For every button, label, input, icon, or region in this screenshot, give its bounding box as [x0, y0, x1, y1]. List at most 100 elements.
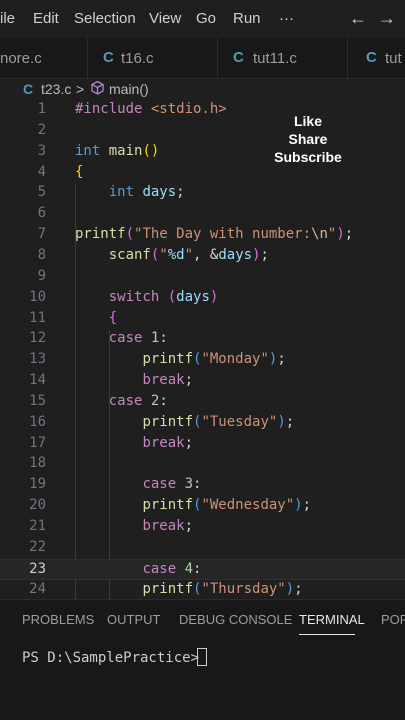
- more-menu-icon[interactable]: ···: [279, 10, 294, 27]
- code-token: "Thursday": [201, 580, 286, 597]
- code-token: ;: [184, 434, 194, 451]
- code-token: (: [125, 226, 135, 243]
- menu-view[interactable]: View: [149, 10, 181, 27]
- tab-problems[interactable]: PROBLEMS: [22, 612, 94, 627]
- code-token: ): [294, 497, 303, 514]
- forward-arrow-icon[interactable]: →: [378, 8, 396, 29]
- overlay-like: Like: [293, 113, 322, 129]
- code-text: {: [75, 164, 83, 180]
- code-token: "Wednesday": [201, 497, 295, 514]
- code-token: break: [142, 372, 185, 389]
- code-line[interactable]: 22: [0, 538, 405, 559]
- code-token: "Tuesday": [201, 413, 278, 430]
- menu-file[interactable]: ile: [0, 10, 15, 27]
- code-line[interactable]: 12 case 1:: [0, 329, 405, 350]
- code-line[interactable]: 18: [0, 454, 405, 475]
- code-line[interactable]: 21 break;: [0, 517, 405, 538]
- code-token: ;: [260, 246, 269, 263]
- code-text: {: [75, 310, 117, 326]
- overlay-subscribe: Subscribe: [274, 149, 342, 165]
- terminal-prompt: PS D:\SamplePractice>: [22, 650, 208, 666]
- code-token: (): [142, 142, 160, 159]
- code-text: break;: [75, 372, 193, 388]
- c-file-icon: C: [233, 49, 244, 66]
- line-number: 22: [29, 538, 46, 555]
- code-text: break;: [75, 518, 193, 534]
- editor-tab-bar: nore.c C t16.c C tut11.c C tut: [0, 38, 405, 79]
- code-line[interactable]: 11 {: [0, 309, 405, 330]
- code-token: \n: [311, 226, 328, 243]
- menu-selection[interactable]: Selection: [74, 10, 136, 27]
- back-arrow-icon[interactable]: ←: [349, 8, 367, 29]
- code-text: case 1:: [75, 330, 168, 346]
- tab-debug-console[interactable]: DEBUG CONSOLE: [179, 612, 292, 627]
- code-token: int: [108, 184, 143, 201]
- code-token: ): [252, 246, 261, 263]
- tab-tut[interactable]: C tut: [348, 38, 405, 79]
- social-overlay: Like Share Subscribe: [268, 112, 348, 166]
- code-token: case: [108, 330, 151, 347]
- terminal-cursor[interactable]: [197, 648, 207, 666]
- code-line[interactable]: 23 case 4:: [0, 558, 405, 580]
- tab-t16-c[interactable]: C t16.c: [88, 38, 218, 79]
- code-line[interactable]: 19 case 3:: [0, 475, 405, 496]
- code-token: %d: [167, 246, 185, 263]
- code-text: printf("The Day with number:\n");: [75, 226, 353, 242]
- breadcrumb-file[interactable]: t23.c: [41, 81, 71, 97]
- code-line[interactable]: 8 scanf("%d", &days);: [0, 246, 405, 267]
- code-token: {: [75, 163, 84, 180]
- code-token: printf: [142, 351, 194, 368]
- overlay-share: Share: [288, 131, 328, 147]
- code-line[interactable]: 6: [0, 204, 405, 225]
- code-line[interactable]: 17 break;: [0, 434, 405, 455]
- breadcrumb-symbol[interactable]: main(): [109, 81, 149, 97]
- code-line[interactable]: 9: [0, 267, 405, 288]
- line-number: 12: [29, 330, 46, 347]
- code-token: ;: [344, 226, 354, 243]
- tab-output[interactable]: OUTPUT: [107, 612, 160, 627]
- code-line[interactable]: 24 printf("Thursday");: [0, 580, 405, 599]
- code-line[interactable]: 20 printf("Wednesday");: [0, 496, 405, 517]
- tab-label: tut: [385, 50, 402, 67]
- code-line[interactable]: 13 printf("Monday");: [0, 350, 405, 371]
- tab-tut11-c[interactable]: C tut11.c: [218, 38, 348, 79]
- tab-label: t16.c: [121, 50, 154, 67]
- line-number: 18: [29, 455, 46, 472]
- code-text: printf("Wednesday");: [75, 497, 311, 513]
- code-token: main: [108, 142, 143, 159]
- menu-run[interactable]: Run: [233, 10, 261, 27]
- menu-edit[interactable]: Edit: [33, 10, 59, 27]
- menu-bar: ile Edit Selection View Go Run ··· ← →: [0, 0, 405, 38]
- code-line[interactable]: 16 printf("Tuesday");: [0, 413, 405, 434]
- code-token: case: [108, 392, 151, 409]
- code-token: case: [142, 476, 185, 493]
- line-number: 15: [29, 392, 46, 409]
- code-editor[interactable]: 1 #include <stdio.h> 2 3 int main() 4{5 int d…: [0, 100, 405, 599]
- bottom-panel: PROBLEMS OUTPUT DEBUG CONSOLE TERMINAL P…: [0, 599, 405, 720]
- code-token: :: [159, 392, 168, 409]
- code-line[interactable]: 5 int days;: [0, 183, 405, 204]
- code-line[interactable]: 14 break;: [0, 371, 405, 392]
- menu-go[interactable]: Go: [196, 10, 216, 27]
- line-number: 6: [37, 205, 46, 222]
- code-token: case: [142, 560, 185, 577]
- code-line[interactable]: 7 printf("The Day with number:\n");: [0, 225, 405, 246]
- code-token: ;: [294, 580, 303, 597]
- code-line[interactable]: 15 case 2:: [0, 392, 405, 413]
- code-token: "The Day with number:: [134, 226, 312, 243]
- tab-ports[interactable]: POR: [381, 612, 405, 627]
- code-token: break: [142, 518, 185, 534]
- code-token: ): [209, 288, 219, 305]
- code-line[interactable]: 10 switch (days): [0, 288, 405, 309]
- code-token: ;: [302, 497, 312, 514]
- code-text: #include <stdio.h>: [75, 101, 227, 117]
- code-text: case 4:: [75, 561, 201, 577]
- tab-nore-c[interactable]: nore.c: [0, 38, 88, 79]
- tab-terminal[interactable]: TERMINAL: [299, 612, 365, 627]
